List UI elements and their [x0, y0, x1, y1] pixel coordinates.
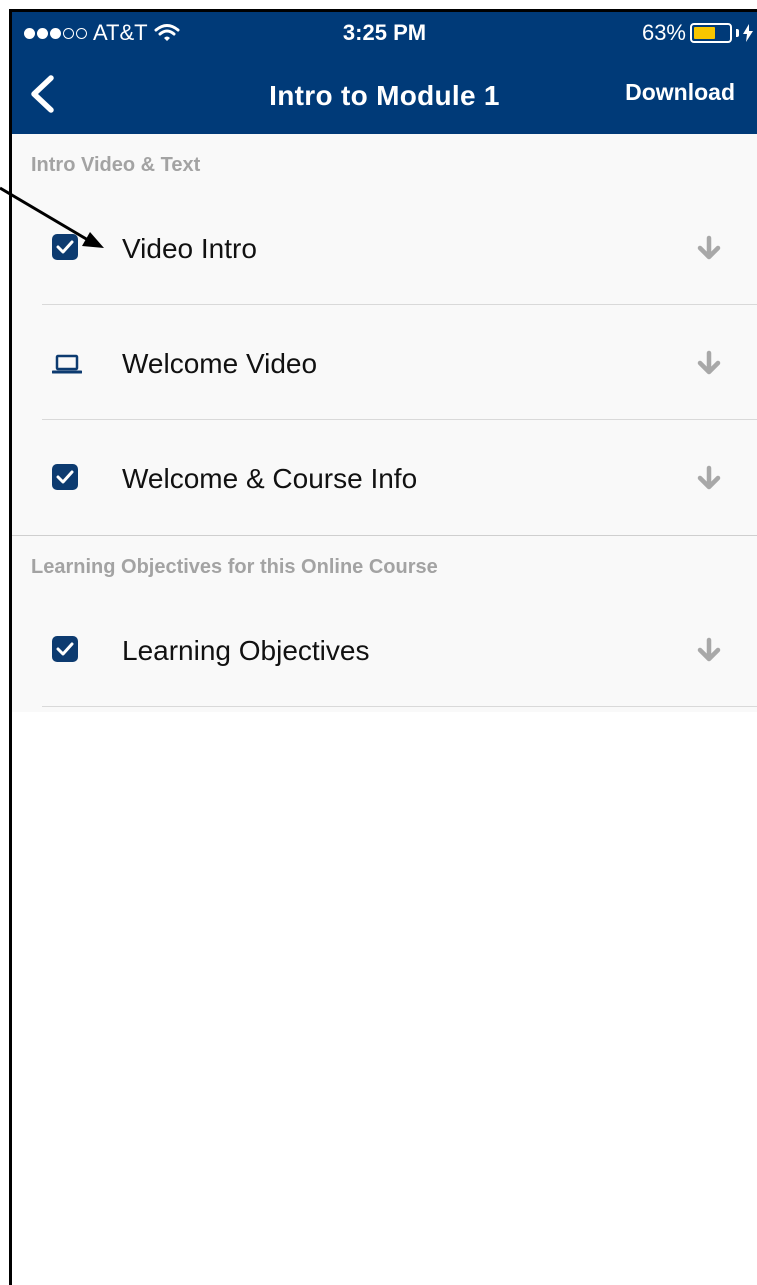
phone-screen: AT&T 3:25 PM 63% Intro to Module 1 Downl…: [9, 9, 757, 1285]
list-item-label: Learning Objectives: [122, 635, 370, 666]
checkbox-checked-icon: [52, 636, 78, 662]
list-item[interactable]: Learning Objectives: [12, 592, 757, 707]
section-header: Intro Video & Text: [31, 154, 201, 176]
download-button[interactable]: Download: [625, 79, 735, 106]
checkbox-checked-icon: [52, 234, 78, 260]
status-bar-right: 63%: [642, 20, 753, 46]
battery-icon: [690, 23, 732, 43]
download-arrow-icon[interactable]: [695, 464, 723, 492]
list-item[interactable]: Welcome Video: [12, 305, 757, 420]
laptop-icon: [51, 354, 83, 374]
list-item[interactable]: Welcome & Course Info: [12, 420, 757, 535]
list-item-label: Welcome & Course Info: [122, 463, 418, 494]
charging-icon: [743, 24, 753, 42]
module-content-list: Intro Video & Text Video Intro Welcome V…: [12, 134, 757, 712]
battery-percent: 63%: [641, 20, 686, 45]
download-arrow-icon[interactable]: [695, 349, 723, 377]
list-item-label: Video Intro: [122, 233, 257, 264]
navigation-bar: AT&T 3:25 PM 63% Intro to Module 1 Downl…: [12, 12, 757, 134]
download-arrow-icon[interactable]: [695, 636, 723, 664]
list-item-label: Welcome Video: [122, 348, 318, 379]
download-arrow-icon[interactable]: [695, 234, 723, 262]
divider: [42, 706, 757, 707]
checkbox-checked-icon: [52, 464, 78, 490]
section-header: Learning Objectives for this Online Cour…: [31, 556, 438, 578]
battery-nub: [736, 29, 739, 37]
list-item[interactable]: Video Intro: [12, 190, 757, 305]
